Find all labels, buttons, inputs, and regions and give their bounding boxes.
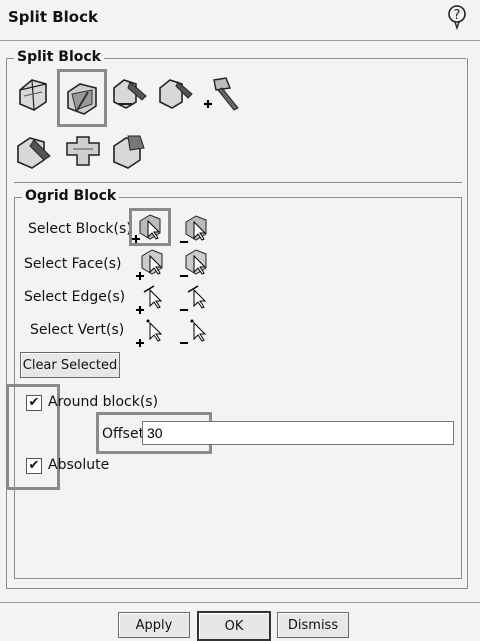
around-blocks-checkbox[interactable]: ✔ <box>26 395 42 411</box>
footer-separator <box>0 602 480 603</box>
split-block-extend-tool[interactable] <box>110 132 150 172</box>
ogrid-group-legend: Ogrid Block <box>22 188 120 204</box>
select-faces-add-button[interactable] <box>136 248 168 280</box>
window-title: Split Block <box>8 8 98 26</box>
split-block-prescribed-icon <box>67 83 97 115</box>
select-blocks-add-button[interactable] <box>129 208 171 246</box>
split-block-merge-icon <box>66 136 100 166</box>
split-block-vertex-icon <box>159 79 193 109</box>
select-verts-label: Select Vert(s) <box>30 322 125 338</box>
select-blocks-remove-button[interactable] <box>180 214 212 246</box>
split-block-prescribed-tool[interactable] <box>57 69 107 127</box>
select-faces-label: Select Face(s) <box>24 256 122 272</box>
absolute-checkbox[interactable]: ✔ <box>26 458 42 474</box>
svg-text:?: ? <box>454 8 461 23</box>
split-block-extend-icon <box>113 135 145 169</box>
offset-label: Offset <box>102 426 145 442</box>
absolute-label: Absolute <box>48 457 110 473</box>
select-verts-add-button[interactable] <box>136 315 168 347</box>
split-block-vertex-tool[interactable] <box>156 74 196 114</box>
help-icon[interactable]: ? <box>446 4 468 30</box>
split-block-tool[interactable] <box>14 74 54 114</box>
select-edges-remove-button[interactable] <box>180 282 212 314</box>
around-blocks-label: Around block(s) <box>48 394 159 410</box>
split-block-axe-tool[interactable] <box>200 74 240 114</box>
split-block-face-tool[interactable] <box>14 132 54 172</box>
dismiss-button[interactable]: Dismiss <box>277 612 349 638</box>
split-block-face-icon <box>17 137 51 169</box>
split-group-legend: Split Block <box>14 49 104 65</box>
split-group-divider <box>14 182 462 183</box>
select-blocks-label: Select Block(s) <box>28 221 132 237</box>
split-block-merge-tool[interactable] <box>60 128 106 174</box>
clear-selected-button[interactable]: Clear Selected <box>20 352 120 378</box>
select-verts-remove-button[interactable] <box>180 315 212 347</box>
block-add-cursor-icon <box>132 214 161 243</box>
apply-button[interactable]: Apply <box>118 612 190 638</box>
split-block-axe-icon <box>204 77 239 111</box>
split-block-edge-tool[interactable] <box>110 74 150 114</box>
ogrid-block-group <box>14 197 462 579</box>
select-edges-label: Select Edge(s) <box>24 289 126 305</box>
offset-input[interactable] <box>142 421 454 445</box>
title-separator <box>0 40 480 41</box>
select-edges-add-button[interactable] <box>136 282 168 314</box>
select-faces-remove-button[interactable] <box>180 248 212 280</box>
split-block-icon <box>19 79 47 111</box>
split-block-edge-icon <box>113 79 147 109</box>
